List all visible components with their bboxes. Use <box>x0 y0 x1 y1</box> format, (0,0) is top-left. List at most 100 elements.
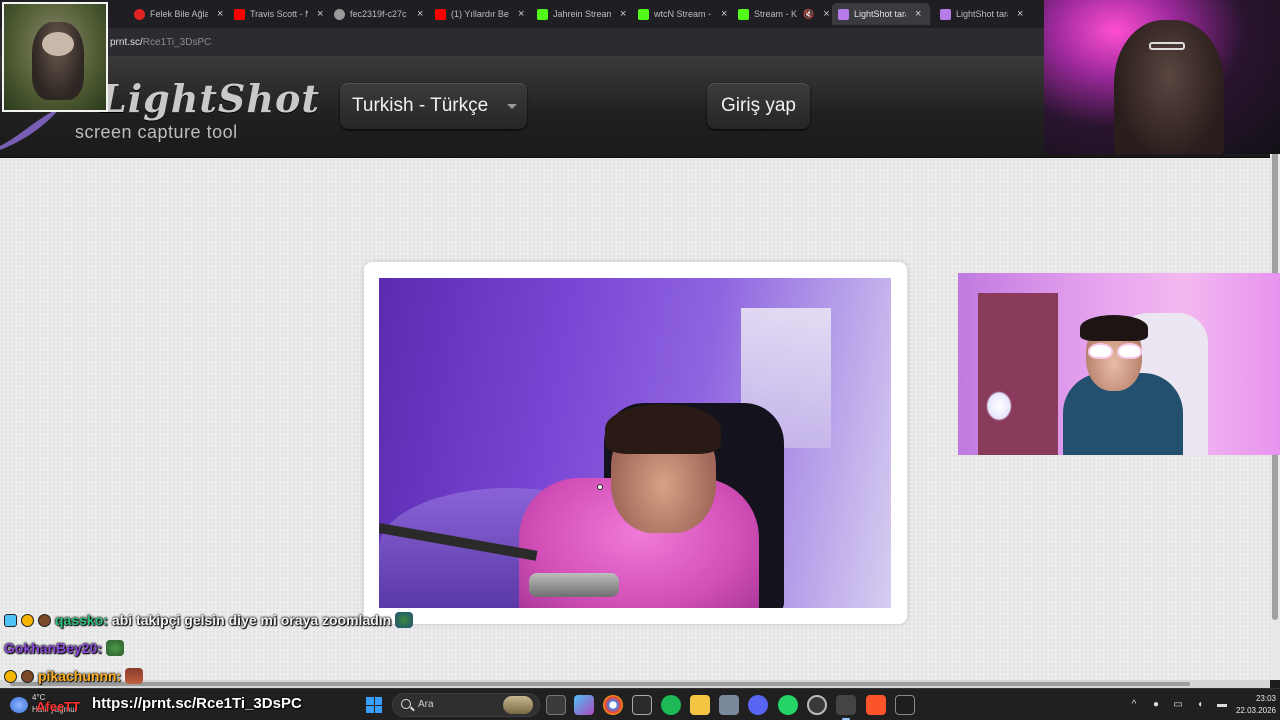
stream-chat-overlay: qassko: abi takipçi gelsin diye mi oraya… <box>4 610 524 690</box>
mouse-cursor <box>597 484 603 490</box>
close-tab-icon[interactable]: × <box>1017 8 1023 20</box>
system-tray: ^ ● ▭ ◖ ▬ <box>1128 697 1228 713</box>
browser-tab[interactable]: Felek Bile Ağla × <box>134 4 224 24</box>
emote-icon <box>125 668 144 684</box>
address-url[interactable]: prnt.sc/Rce1Ti_3DsPC <box>110 37 211 48</box>
lightshot-feather-icon <box>940 8 951 20</box>
file-explorer-icon[interactable] <box>690 695 710 715</box>
pepe-emote-icon <box>106 640 125 656</box>
tab-title: Travis Scott - N <box>250 9 308 19</box>
whatsapp-icon[interactable] <box>778 695 798 715</box>
close-tab-icon[interactable]: × <box>217 8 223 20</box>
microphone <box>529 573 619 597</box>
close-tab-icon[interactable]: × <box>417 8 423 20</box>
brave-icon[interactable] <box>866 695 886 715</box>
browser-tab[interactable]: wtcN Stream - × <box>638 4 728 24</box>
streamer-name-overlay: AfeeTT <box>36 699 81 714</box>
close-tab-icon[interactable]: × <box>823 8 829 20</box>
avatar-badge-icon <box>38 613 51 627</box>
language-select-button[interactable]: Turkish - Türkçe <box>340 83 527 129</box>
browser-tab[interactable]: LightShot taraf × <box>940 4 1032 24</box>
windows-taskbar: 4°C Hafif yağmur AfeeTT https://prnt.sc/… <box>0 688 1280 720</box>
taskbar-clock[interactable]: 23:03 22.03.2026 <box>1226 693 1276 717</box>
clock-date: 22.03.2026 <box>1235 706 1276 715</box>
url-text-overlay: https://prnt.sc/Rce1Ti_3DsPC <box>92 695 302 712</box>
logo-subtitle: screen capture tool <box>75 122 238 142</box>
steam-icon[interactable] <box>719 695 739 715</box>
youtube-icon <box>134 8 145 20</box>
browser-tab[interactable]: Travis Scott - N × <box>234 4 326 24</box>
login-button[interactable]: Giriş yap <box>707 83 810 129</box>
screen: Felek Bile Ağla × Travis Scott - N × fec… <box>0 0 1280 720</box>
address-path: Rce1Ti_3DsPC <box>142 37 212 48</box>
pepe-emote-icon <box>395 612 414 628</box>
active-app-icon[interactable] <box>836 695 856 720</box>
close-tab-icon[interactable]: × <box>317 8 323 20</box>
chat-username: pikachunnn: <box>38 668 122 684</box>
avatar-badge-icon <box>21 669 34 683</box>
muted-audio-icon[interactable]: 🔇 <box>803 9 814 20</box>
lightshot-feather-icon <box>838 8 849 20</box>
language-label: Turkish - Türkçe <box>352 95 489 116</box>
tab-title: LightShot taraf <box>956 9 1008 19</box>
kick-icon <box>738 8 749 20</box>
network-icon[interactable]: ▭ <box>1172 699 1184 711</box>
chevron-up-icon[interactable]: ^ <box>1128 699 1140 711</box>
clock-time: 23:03 <box>1255 694 1276 703</box>
kick-icon <box>537 8 548 20</box>
chat-message: GokhanBey20: <box>4 638 125 658</box>
kick-icon <box>638 8 649 20</box>
webcam-overlay-monkey <box>2 2 108 112</box>
gift-badge-icon <box>4 669 17 683</box>
close-tab-icon[interactable]: × <box>518 8 524 20</box>
tab-title: LightShot taraf <box>854 9 906 19</box>
chrome-icon[interactable] <box>603 695 623 715</box>
tab-title: wtcN Stream - <box>654 9 712 19</box>
gift-badge-icon <box>21 613 34 627</box>
tab-title: Felek Bile Ağla <box>150 9 208 19</box>
close-tab-icon[interactable]: × <box>620 8 626 20</box>
browser-tab[interactable]: (1) Yıllardır Bek × <box>435 4 527 24</box>
tab-title: Stream - K <box>754 9 798 19</box>
webcam-overlay-streamer <box>1044 0 1280 154</box>
chat-message: pikachunnn: <box>4 666 144 686</box>
obs-icon[interactable] <box>807 695 827 715</box>
headphones <box>605 404 721 454</box>
tab-title: fec2319f-c27c <box>350 9 407 19</box>
chat-username: qassko: <box>55 612 108 628</box>
close-tab-icon[interactable]: × <box>915 8 921 20</box>
browser-tab-active[interactable]: LightShot taraf × <box>832 3 930 25</box>
youtube-icon <box>435 8 446 20</box>
microphone-icon[interactable]: ● <box>1150 699 1162 711</box>
webcam-overlay-guest <box>958 273 1280 455</box>
notes-icon[interactable] <box>632 695 652 715</box>
browser-tab[interactable]: fec2319f-c27c × <box>334 4 426 24</box>
browser-tab[interactable]: Jahrein Stream × <box>537 4 629 24</box>
logo-title[interactable]: LightShot <box>100 76 320 121</box>
ring-light <box>986 391 1012 421</box>
windows-start-icon[interactable] <box>366 697 382 713</box>
chat-username: GokhanBey20: <box>4 640 103 656</box>
rain-cloud-icon <box>10 697 28 713</box>
close-tab-icon[interactable]: × <box>721 8 727 20</box>
streamer <box>1114 20 1224 154</box>
address-host: prnt.sc/ <box>110 37 143 48</box>
spotify-icon[interactable] <box>661 695 681 715</box>
search-icon <box>401 699 411 709</box>
volume-icon[interactable]: ◖ <box>1194 699 1206 711</box>
search-highlight-image <box>503 696 533 714</box>
subscriber-badge-icon <box>4 613 17 627</box>
youtube-icon <box>234 8 245 20</box>
browser-tab[interactable]: Stream - K 🔇 × <box>738 4 830 24</box>
task-view-icon[interactable] <box>546 695 566 715</box>
discord-icon[interactable] <box>748 695 768 715</box>
tab-title: Jahrein Stream <box>553 9 611 19</box>
taskbar-search[interactable]: Ara <box>392 693 540 717</box>
chat-message: qassko: abi takipçi gelsin diye mi oraya… <box>4 610 414 630</box>
screenshot-image[interactable] <box>379 278 891 608</box>
terminal-icon[interactable] <box>895 695 915 715</box>
monkey-face <box>42 32 74 56</box>
search-label: Ara <box>418 699 434 710</box>
copilot-icon[interactable] <box>574 695 594 715</box>
tab-title: (1) Yıllardır Bek <box>451 9 509 19</box>
